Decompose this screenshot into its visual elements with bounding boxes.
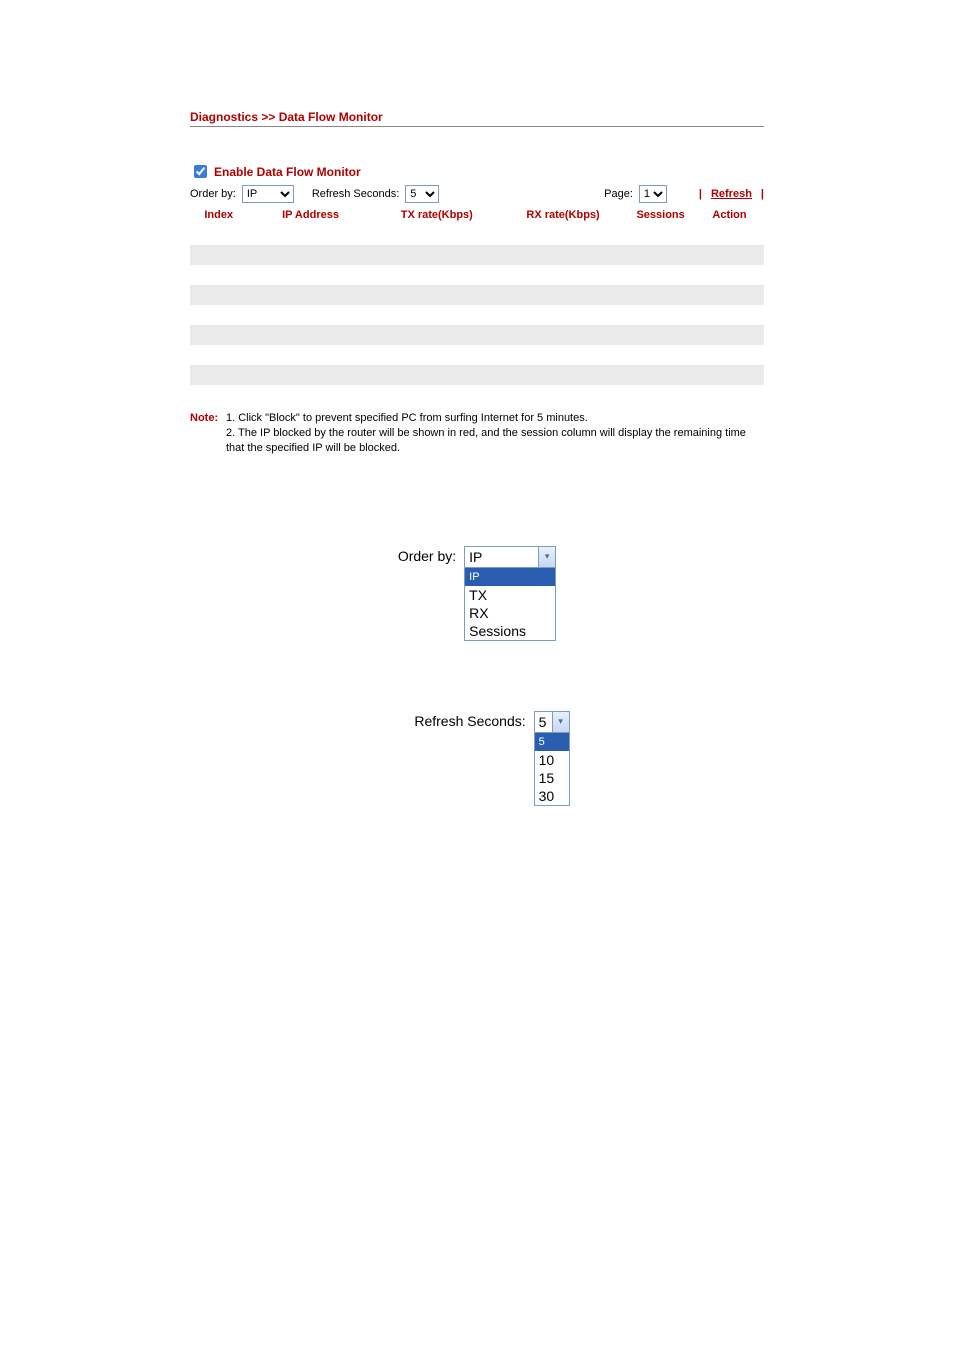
table-header: IP Address <box>247 205 373 225</box>
demo-orderby-combo[interactable]: IP ▾ IPTXRXSessions <box>464 546 556 641</box>
table-header: Index <box>190 205 247 225</box>
demo-orderby-label: Order by: <box>398 546 456 564</box>
order-by-label: Order by: <box>190 188 236 200</box>
combo-option[interactable]: 5 <box>535 733 569 751</box>
table-row <box>190 305 764 325</box>
refresh-seconds-select[interactable]: 5 <box>405 185 439 203</box>
data-flow-table: IndexIP AddressTX rate(Kbps)RX rate(Kbps… <box>190 205 764 405</box>
combo-option[interactable]: RX <box>465 604 555 622</box>
demo-orderby-value: IP <box>465 549 486 565</box>
chevron-down-icon[interactable]: ▾ <box>538 547 555 567</box>
table-header: Sessions <box>626 205 695 225</box>
note-label: Note: <box>190 411 226 456</box>
combo-option[interactable]: IP <box>465 568 555 586</box>
chevron-down-icon[interactable]: ▾ <box>552 712 569 732</box>
combo-option[interactable]: Sessions <box>465 622 555 640</box>
table-row <box>190 325 764 345</box>
breadcrumb: Diagnostics >> Data Flow Monitor <box>190 110 764 127</box>
demo-refresh-label: Refresh Seconds: <box>414 711 525 729</box>
enable-checkbox[interactable] <box>194 165 207 178</box>
order-by-select[interactable]: IP <box>242 185 294 203</box>
combo-option[interactable]: TX <box>465 586 555 604</box>
page-label: Page: <box>604 188 633 200</box>
page-select[interactable]: 1 <box>639 185 667 203</box>
table-header: RX rate(Kbps) <box>500 205 626 225</box>
table-row <box>190 225 764 245</box>
pipe: | <box>699 188 702 200</box>
table-row <box>190 245 764 265</box>
refresh-seconds-label: Refresh Seconds: <box>312 188 399 200</box>
enable-label: Enable Data Flow Monitor <box>214 165 361 179</box>
pipe: | <box>761 188 764 200</box>
demo-refresh-value: 5 <box>535 714 551 730</box>
note-text: 1. Click "Block" to prevent specified PC… <box>226 411 764 456</box>
table-row <box>190 265 764 285</box>
table-row <box>190 365 764 385</box>
table-header: TX rate(Kbps) <box>374 205 500 225</box>
combo-option[interactable]: 15 <box>535 769 569 787</box>
table-row <box>190 285 764 305</box>
table-row <box>190 385 764 405</box>
combo-option[interactable]: 30 <box>535 787 569 805</box>
combo-option[interactable]: 10 <box>535 751 569 769</box>
table-header: Action <box>695 205 764 225</box>
demo-refresh-combo[interactable]: 5 ▾ 5101530 <box>534 711 570 806</box>
table-row <box>190 345 764 365</box>
refresh-link[interactable]: Refresh <box>711 188 752 200</box>
